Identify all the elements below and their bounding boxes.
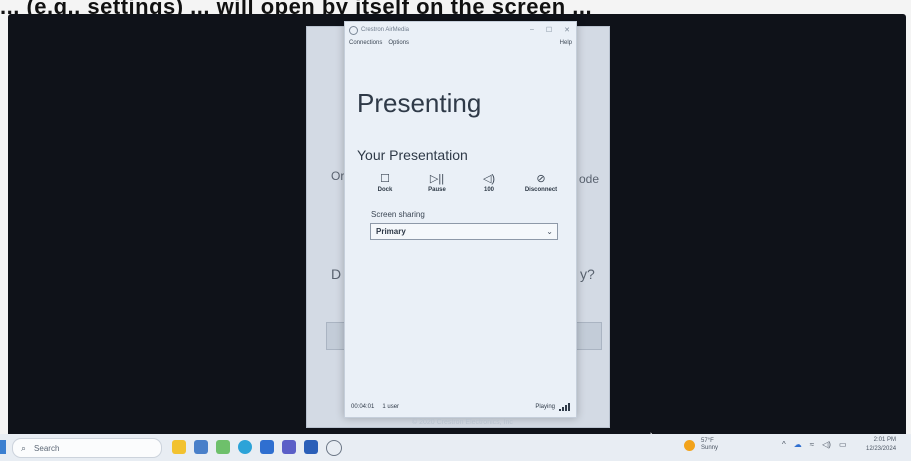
- teams-icon[interactable]: [282, 440, 296, 454]
- weather-widget[interactable]: 57°F Sunny: [684, 438, 718, 452]
- background-text-fragment: y?: [580, 266, 595, 282]
- app-logo-icon: [349, 25, 358, 35]
- volume-button[interactable]: ◁) 100: [467, 172, 511, 193]
- pause-button[interactable]: ▷|| Pause: [415, 172, 459, 193]
- search-icon: ⌕: [21, 442, 27, 453]
- start-icon[interactable]: [0, 440, 6, 454]
- airmedia-window: Crestron AirMedia – ☐ ✕ Connections Opti…: [344, 21, 577, 418]
- dock-icon: ☐: [380, 173, 390, 185]
- speaker-icon[interactable]: ◁): [822, 440, 831, 449]
- screen-sharing-select[interactable]: Primary ⌄: [370, 223, 558, 240]
- chevron-down-icon: ⌄: [546, 227, 553, 236]
- monitor-screen: Or ode D y? Crestron AirMedia – ☐ ✕ Conn…: [8, 14, 906, 440]
- onedrive-icon[interactable]: ☁: [794, 440, 802, 449]
- system-tray: ^ ☁ ≈ ◁) ▭: [782, 440, 847, 449]
- file-explorer-icon[interactable]: [172, 440, 186, 454]
- settings-icon[interactable]: [194, 440, 208, 454]
- screen-sharing-label: Screen sharing: [371, 210, 425, 219]
- pause-label: Pause: [428, 187, 446, 193]
- disconnect-icon: ⊘: [536, 173, 546, 185]
- status-bar: 00:04:01 1 user Playing: [345, 397, 576, 417]
- menu-help[interactable]: Help: [560, 40, 572, 46]
- background-text-fragment: Or: [331, 169, 345, 183]
- taskbar-clock[interactable]: 2:01 PM 12/23/2024: [866, 436, 896, 454]
- dock-button[interactable]: ☐ Dock: [363, 172, 407, 193]
- window-title: Crestron AirMedia: [361, 27, 410, 33]
- disconnect-label: Disconnect: [524, 187, 558, 193]
- background-text-fragment: ode: [579, 172, 600, 186]
- battery-icon[interactable]: ▭: [839, 440, 847, 449]
- presentation-controls: ☐ Dock ▷|| Pause ◁) 100 ⊘ Disconnect: [363, 172, 563, 193]
- taskbar-search[interactable]: ⌕ Search: [12, 438, 162, 458]
- signal-strength-icon: [559, 403, 570, 411]
- volume-icon: ◁): [482, 173, 496, 185]
- airmedia-icon[interactable]: [326, 440, 342, 456]
- weather-temp: 57°F: [701, 438, 714, 444]
- word-icon[interactable]: [304, 440, 318, 454]
- disconnect-button[interactable]: ⊘ Disconnect: [519, 172, 563, 193]
- sun-icon: [684, 439, 695, 451]
- clock-date: 12/23/2024: [866, 446, 897, 452]
- pause-icon: ▷||: [429, 173, 445, 185]
- your-presentation-heading: Your Presentation: [357, 147, 468, 163]
- minimize-icon[interactable]: –: [530, 26, 534, 34]
- screen-sharing-value: Primary: [376, 227, 406, 236]
- menu-options[interactable]: Options: [388, 40, 409, 46]
- outlook-icon[interactable]: [260, 440, 274, 454]
- volume-level: 100: [483, 187, 494, 193]
- weather-desc: Sunny: [701, 445, 719, 451]
- session-timer: 00:04:01: [351, 404, 375, 410]
- window-titlebar: Crestron AirMedia – ☐ ✕: [345, 22, 576, 38]
- background-button: [574, 322, 602, 350]
- wifi-icon[interactable]: ≈: [810, 440, 814, 449]
- menu-connections[interactable]: Connections: [349, 40, 382, 46]
- search-placeholder: Search: [34, 443, 60, 453]
- background-text-fragment: D: [331, 266, 342, 282]
- maximize-icon[interactable]: ☐: [546, 26, 552, 34]
- dock-label: Dock: [377, 187, 393, 193]
- app-icon[interactable]: [216, 440, 230, 454]
- edge-browser-icon[interactable]: [238, 440, 252, 454]
- chevron-up-icon[interactable]: ^: [782, 440, 786, 449]
- user-count: 1 user: [382, 404, 400, 410]
- clock-time: 2:01 PM: [873, 437, 897, 443]
- menu-bar: Connections Options Help: [345, 38, 576, 48]
- copyright-text: © 2020 Crestron Electronics, Inc: [412, 419, 513, 426]
- presenting-heading: Presenting: [357, 88, 482, 118]
- playing-status: Playing: [535, 404, 555, 410]
- close-icon[interactable]: ✕: [564, 26, 570, 34]
